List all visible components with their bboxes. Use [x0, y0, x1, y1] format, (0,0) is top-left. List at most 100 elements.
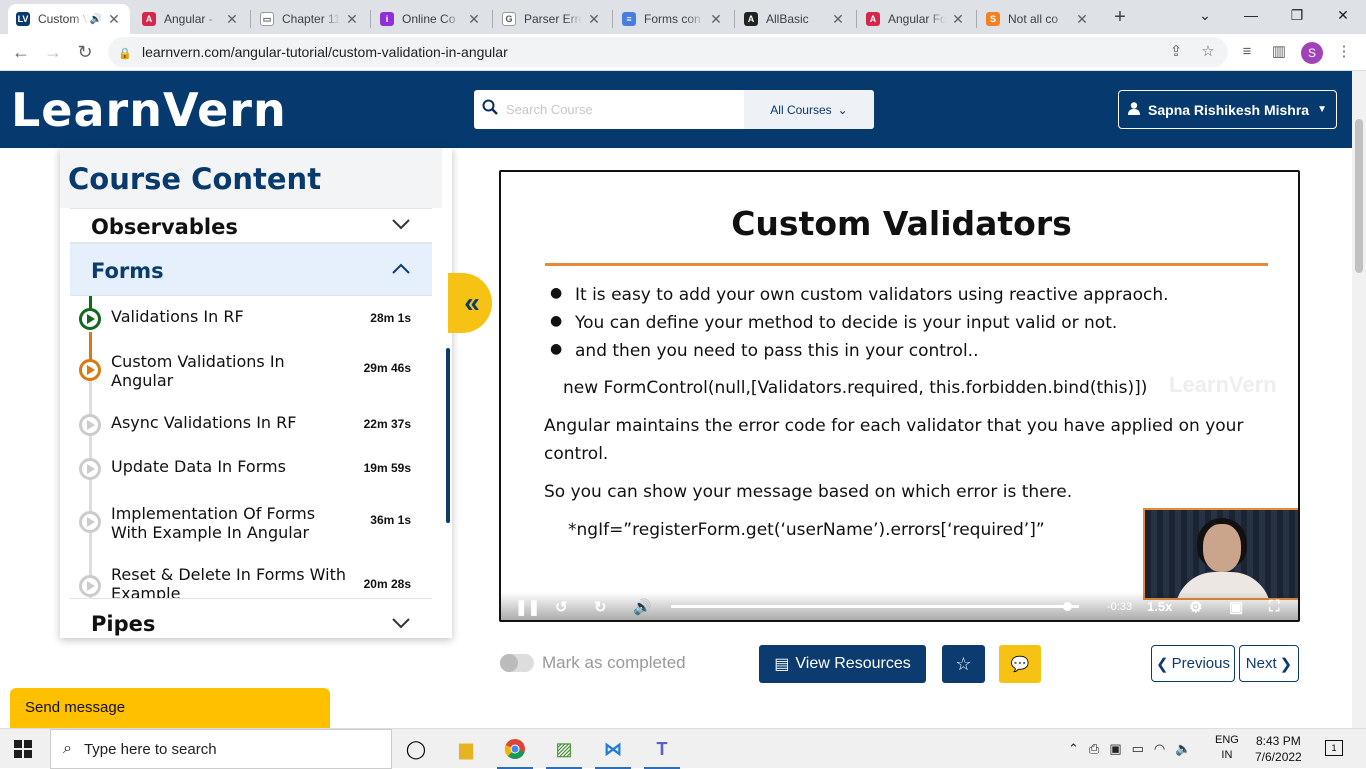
close-tab-icon[interactable]: ✕: [466, 11, 482, 28]
collapse-sidebar-button[interactable]: «: [448, 273, 492, 333]
lesson-item[interactable]: Update Data In Forms 19m 59s: [70, 456, 432, 500]
all-courses-label: All Courses: [770, 102, 832, 117]
comments-button[interactable]: 💬: [999, 645, 1041, 683]
next-button[interactable]: Next ❯: [1239, 645, 1299, 682]
rewind-icon[interactable]: ↺: [555, 598, 568, 616]
scrollbar-thumb[interactable]: [1355, 119, 1363, 273]
file-explorer-icon[interactable]: ▆: [442, 729, 490, 769]
browser-tab[interactable]: i Online Co ✕: [372, 4, 490, 34]
video-player[interactable]: Custom Validators It is easy to add your…: [499, 170, 1300, 622]
tab-search-icon[interactable]: ⌄: [1190, 5, 1220, 27]
presenter-webcam: [1143, 508, 1298, 600]
search-icon[interactable]: [474, 99, 506, 120]
windows-start-icon[interactable]: [14, 740, 32, 758]
page-scrollbar[interactable]: [1352, 71, 1366, 728]
teams-icon[interactable]: T: [638, 729, 686, 769]
lesson-duration: 22m 37s: [363, 417, 411, 431]
browser-tab[interactable]: G Parser Erro ✕: [494, 4, 610, 34]
menu-kebab-icon[interactable]: ⋮: [1333, 42, 1355, 64]
lesson-item[interactable]: Custom Validations In Angular 29m 46s: [70, 348, 432, 392]
browser-tab[interactable]: A AllBasic ✕: [736, 4, 854, 34]
close-tab-icon[interactable]: ✕: [830, 11, 846, 28]
forward-icon[interactable]: →: [40, 40, 66, 66]
side-panel-icon[interactable]: ▥: [1268, 42, 1290, 64]
taskbar-search[interactable]: ⌕ Type here to search: [50, 729, 392, 769]
mark-completed-toggle[interactable]: [500, 654, 534, 672]
browser-tab[interactable]: LV Custom Validations In Angular🔊 ✕: [8, 4, 130, 34]
favicon-icon: LV: [16, 12, 30, 26]
section-observables[interactable]: Observables: [70, 208, 432, 243]
notepad-icon[interactable]: ▨: [540, 729, 588, 769]
favorite-star-button[interactable]: ☆: [942, 645, 985, 683]
fullscreen-icon[interactable]: ⛶: [1269, 598, 1280, 615]
lesson-item[interactable]: Async Validations In RF 22m 37s: [70, 412, 432, 456]
next-label: Next: [1245, 655, 1277, 672]
picture-in-picture-icon[interactable]: ▣: [1229, 598, 1243, 616]
address-bar[interactable]: 🔒 learnvern.com/angular-tutorial/custom-…: [108, 37, 1228, 67]
close-tab-icon[interactable]: ✕: [708, 11, 724, 28]
lesson-name: Update Data In Forms: [111, 457, 286, 476]
learnvern-logo[interactable]: LearnVern: [11, 83, 287, 137]
close-tab-icon[interactable]: ✕: [344, 11, 360, 28]
progress-bar[interactable]: [671, 602, 1079, 611]
section-forms[interactable]: Forms: [70, 243, 432, 296]
forward-icon[interactable]: ↻: [594, 598, 607, 616]
browser-tab[interactable]: A Angular - ✕: [134, 4, 248, 34]
bookmark-star-icon[interactable]: ☆: [1197, 42, 1219, 64]
favicon-icon: A: [142, 12, 156, 26]
reload-icon[interactable]: ↻: [72, 40, 98, 66]
close-tab-icon[interactable]: ✕: [586, 11, 602, 28]
section-pipes[interactable]: Pipes: [70, 598, 432, 638]
back-icon[interactable]: ←: [8, 40, 34, 66]
close-tab-icon[interactable]: ✕: [224, 11, 240, 28]
reading-list-icon[interactable]: ≡: [1236, 42, 1258, 64]
volume-icon[interactable]: 🔊: [633, 598, 652, 616]
battery-icon[interactable]: ▭: [1132, 741, 1144, 757]
all-courses-dropdown[interactable]: All Courses ⌄: [744, 90, 874, 129]
browser-tab[interactable]: ▭ Chapter 11 ✕: [252, 4, 368, 34]
slide-divider: [545, 263, 1268, 266]
vscode-icon[interactable]: ⋈: [589, 729, 637, 769]
restore-button[interactable]: ❐: [1282, 5, 1312, 27]
audio-playing-icon[interactable]: 🔊: [90, 14, 102, 25]
lock-icon: 🔒: [118, 48, 132, 60]
lesson-duration: 20m 28s: [363, 577, 411, 591]
browser-tab[interactable]: A Angular Fo ✕: [858, 4, 974, 34]
close-tab-icon[interactable]: ✕: [1074, 11, 1090, 28]
language-indicator[interactable]: ENG IN: [1215, 733, 1239, 763]
completed-play-icon: [79, 308, 101, 330]
profile-avatar[interactable]: S: [1301, 42, 1323, 64]
lesson-item[interactable]: Validations In RF 28m 1s: [70, 306, 432, 350]
pause-icon[interactable]: ❚❚: [515, 598, 540, 616]
task-view-icon[interactable]: ◯: [392, 729, 440, 769]
chrome-icon[interactable]: [491, 729, 539, 769]
meet-now-icon[interactable]: ⎙: [1089, 741, 1099, 757]
lesson-item[interactable]: Implementation Of Forms With Example In …: [70, 500, 432, 544]
system-clock[interactable]: 8:43 PM 7/6/2022: [1255, 733, 1302, 765]
chevron-up-icon[interactable]: ⌃: [1068, 741, 1079, 757]
browser-tab[interactable]: ≡ Forms con ✕: [614, 4, 732, 34]
view-resources-button[interactable]: ▤ View Resources: [759, 645, 926, 683]
close-window-button[interactable]: ✕: [1328, 5, 1358, 27]
tab-title: Angular Fo: [888, 12, 946, 26]
wifi-icon[interactable]: ◠: [1154, 741, 1165, 757]
search-input[interactable]: [506, 94, 746, 125]
browser-tab[interactable]: S Not all co ✕: [978, 4, 1098, 34]
user-menu-button[interactable]: Sapna Rishikesh Mishra ▼: [1118, 90, 1337, 129]
send-message-widget[interactable]: Send message: [10, 688, 330, 728]
notification-center-icon[interactable]: 1: [1325, 740, 1343, 756]
progress-knob[interactable]: [1062, 602, 1072, 611]
previous-button[interactable]: ❮ Previous: [1151, 645, 1235, 682]
settings-gear-icon[interactable]: ⚙: [1189, 598, 1202, 616]
speaker-icon[interactable]: 🔈: [1175, 741, 1191, 757]
minimize-button[interactable]: —: [1236, 5, 1266, 27]
panel-scrollbar[interactable]: [446, 348, 450, 523]
playback-speed[interactable]: 1.5x: [1147, 599, 1172, 614]
new-tab-button[interactable]: +: [1108, 6, 1132, 30]
close-tab-icon[interactable]: ✕: [950, 11, 966, 28]
slide-paragraph: So you can show your message based on wh…: [544, 482, 1073, 502]
close-tab-icon[interactable]: ✕: [106, 11, 122, 28]
share-icon[interactable]: ⇪: [1165, 42, 1187, 64]
user-name: Sapna Rishikesh Mishra: [1148, 101, 1310, 118]
battery-saver-icon[interactable]: ▣: [1109, 741, 1121, 757]
